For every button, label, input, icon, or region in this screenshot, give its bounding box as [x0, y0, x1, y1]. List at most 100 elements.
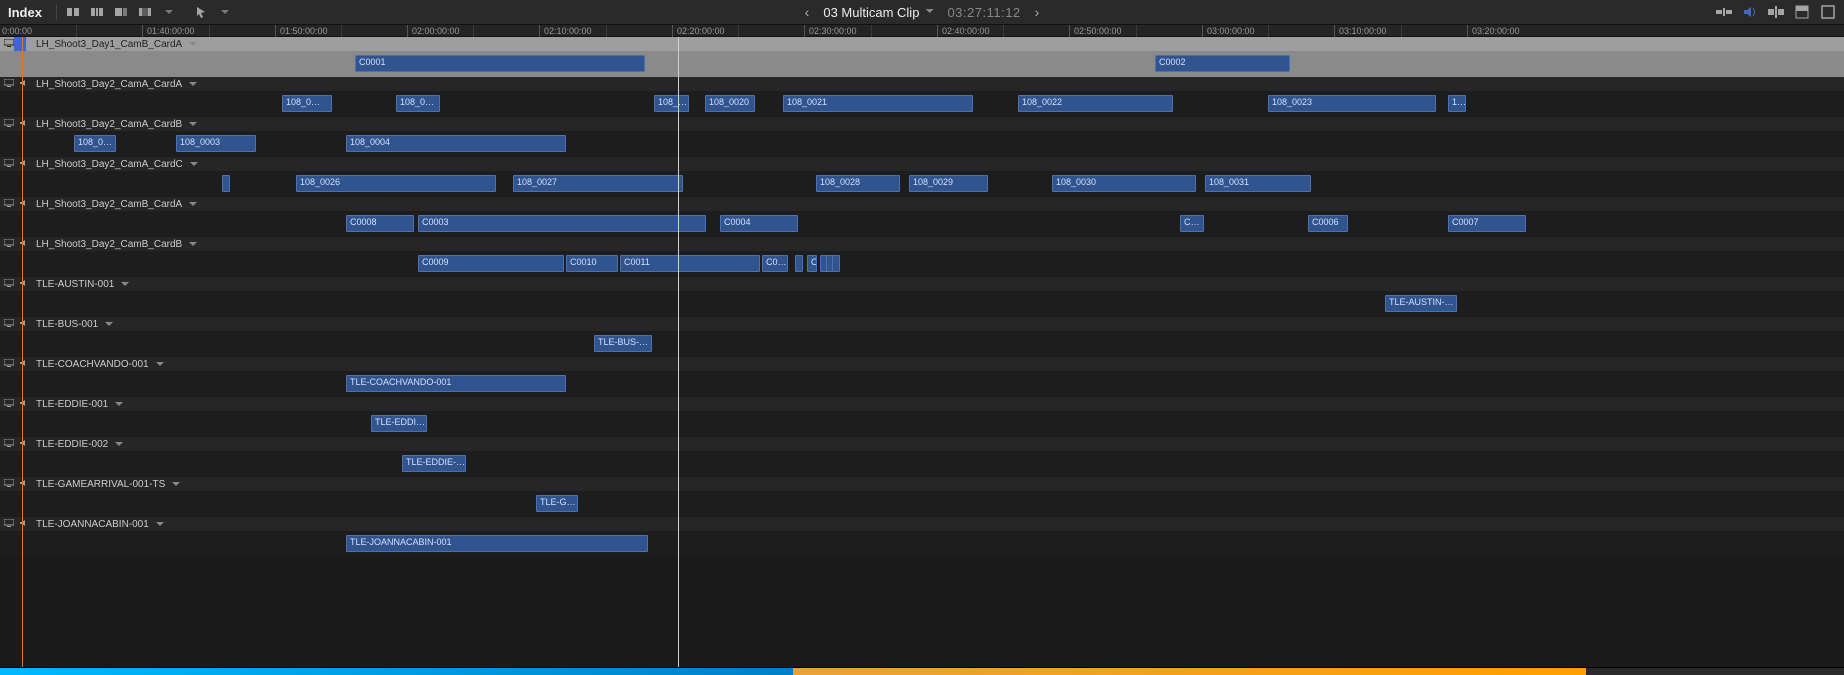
clip[interactable]: C0003: [418, 215, 706, 232]
angle-lane[interactable]: C0008C0003C0004C…C0006C0007: [0, 211, 1844, 237]
speaker-icon[interactable]: [20, 199, 30, 209]
angle-chevron-icon[interactable]: [155, 359, 165, 369]
angle-header[interactable]: TLE-JOANNACABIN-001: [0, 517, 1844, 531]
speaker-icon[interactable]: [20, 279, 30, 289]
clip[interactable]: TLE-COACHVANDO-001: [346, 375, 566, 392]
speaker-icon[interactable]: [20, 79, 30, 89]
angle-chevron-icon[interactable]: [188, 39, 198, 49]
angle-lane[interactable]: 108_0026108_0027108_0028108_0029108_0030…: [0, 171, 1844, 197]
clip[interactable]: 108_0004: [346, 135, 566, 152]
full-screen-icon[interactable]: [1820, 4, 1836, 20]
clip[interactable]: C0006: [1308, 215, 1348, 232]
monitor-icon[interactable]: [4, 479, 14, 489]
clip[interactable]: 108_0…: [396, 95, 440, 112]
clip[interactable]: 108_…: [654, 95, 689, 112]
speaker-icon[interactable]: [20, 519, 30, 529]
angle-chevron-icon[interactable]: [171, 479, 181, 489]
angle-name[interactable]: LH_Shoot3_Day2_CamB_CardB: [36, 239, 182, 250]
angle-lane[interactable]: 108_0…108_0003108_0004: [0, 131, 1844, 157]
angle-chevron-icon[interactable]: [188, 199, 198, 209]
angle-chevron-icon[interactable]: [114, 439, 124, 449]
clip[interactable]: 108_0022: [1018, 95, 1173, 112]
monitor-icon[interactable]: [4, 239, 14, 249]
angle-lane[interactable]: TLE-AUSTIN-…: [0, 291, 1844, 317]
monitor-icon[interactable]: [4, 119, 14, 129]
angle-header[interactable]: LH_Shoot3_Day2_CamA_CardB: [0, 117, 1844, 131]
clip[interactable]: 108_0028: [816, 175, 900, 192]
clip[interactable]: TLE-G…: [536, 495, 578, 512]
speaker-icon[interactable]: [20, 439, 30, 449]
arrow-tool-icon[interactable]: [193, 4, 209, 20]
insert-clip-icon[interactable]: [89, 4, 105, 20]
clip[interactable]: TLE-EDDIE-…: [402, 455, 466, 472]
clip[interactable]: TLE-JOANNACABIN-001: [346, 535, 648, 552]
monitor-icon[interactable]: [4, 199, 14, 209]
angle-name[interactable]: TLE-BUS-001: [36, 319, 98, 330]
monitor-icon[interactable]: [4, 439, 14, 449]
angle-name[interactable]: TLE-EDDIE-001: [36, 399, 108, 410]
angle-header[interactable]: TLE-EDDIE-001: [0, 397, 1844, 411]
angle-header[interactable]: TLE-AUSTIN-001: [0, 277, 1844, 291]
timeline-ruler[interactable]: 0:00:00 01:40:00:0001:50:00:0002:00:00:0…: [0, 25, 1844, 37]
monitor-icon[interactable]: [4, 279, 14, 289]
clip[interactable]: 1…: [1448, 95, 1466, 112]
angle-lane[interactable]: TLE-EDDI…: [0, 411, 1844, 437]
clip[interactable]: TLE-AUSTIN-…: [1385, 295, 1457, 312]
angle-header[interactable]: LH_Shoot3_Day2_CamB_CardB: [0, 237, 1844, 251]
angle-header[interactable]: TLE-EDDIE-002: [0, 437, 1844, 451]
angle-name[interactable]: LH_Shoot3_Day2_CamA_CardA: [36, 79, 182, 90]
clip[interactable]: C0009: [418, 255, 564, 272]
speaker-icon[interactable]: [20, 159, 30, 169]
angle-chevron-icon[interactable]: [114, 399, 124, 409]
angle-lane[interactable]: TLE-JOANNACABIN-001: [0, 531, 1844, 557]
clip[interactable]: C0008: [346, 215, 414, 232]
clip[interactable]: [222, 175, 230, 192]
clip[interactable]: C0…: [762, 255, 788, 272]
speaker-icon[interactable]: [20, 319, 30, 329]
angle-lane[interactable]: TLE-EDDIE-…: [0, 451, 1844, 477]
angle-name[interactable]: TLE-EDDIE-002: [36, 439, 108, 450]
angle-header[interactable]: TLE-BUS-001: [0, 317, 1844, 331]
angle-header[interactable]: LH_Shoot3_Day2_CamA_CardC: [0, 157, 1844, 171]
clip[interactable]: 108_0029: [909, 175, 988, 192]
angle-lane[interactable]: C0001C0002: [0, 51, 1844, 77]
monitor-icon[interactable]: [4, 519, 14, 529]
speaker-icon[interactable]: [20, 399, 30, 409]
clip[interactable]: 108_0…: [282, 95, 332, 112]
clip[interactable]: 108_0020: [705, 95, 755, 112]
append-clip-icon[interactable]: [113, 4, 129, 20]
clip[interactable]: C…: [1180, 215, 1204, 232]
speaker-icon[interactable]: [20, 239, 30, 249]
angle-name[interactable]: LH_Shoot3_Day2_CamB_CardA: [36, 199, 182, 210]
angle-lane[interactable]: C0009C0010C0011C0…C: [0, 251, 1844, 277]
monitor-icon[interactable]: [4, 39, 14, 49]
angle-chevron-icon[interactable]: [189, 159, 199, 169]
clip[interactable]: C0002: [1155, 55, 1290, 72]
angle-header[interactable]: TLE-COACHVANDO-001: [0, 357, 1844, 371]
arrow-tool-chevron-icon[interactable]: [217, 4, 233, 20]
angle-name[interactable]: TLE-GAMEARRIVAL-001-TS: [36, 479, 165, 490]
angle-lane[interactable]: TLE-COACHVANDO-001: [0, 371, 1844, 397]
angle-name[interactable]: TLE-COACHVANDO-001: [36, 359, 149, 370]
angle-lane[interactable]: TLE-G…: [0, 491, 1844, 517]
clip[interactable]: 108_0…: [74, 135, 116, 152]
overwrite-clip-icon[interactable]: [137, 4, 153, 20]
angle-chevron-icon[interactable]: [188, 119, 198, 129]
angle-chevron-icon[interactable]: [188, 239, 198, 249]
angle-chevron-icon[interactable]: [120, 279, 130, 289]
speaker-icon[interactable]: [20, 479, 30, 489]
clip[interactable]: 108_0030: [1052, 175, 1196, 192]
clip-appearance-icon[interactable]: [1794, 4, 1810, 20]
angle-name[interactable]: LH_Shoot3_Day1_CamB_CardA: [36, 39, 182, 50]
angle-header[interactable]: TLE-GAMEARRIVAL-001-TS: [0, 477, 1844, 491]
clip[interactable]: 108_0021: [783, 95, 973, 112]
monitor-icon[interactable]: [4, 359, 14, 369]
angle-name[interactable]: LH_Shoot3_Day2_CamA_CardC: [36, 159, 183, 170]
monitor-icon[interactable]: [4, 399, 14, 409]
index-button[interactable]: Index: [8, 5, 57, 20]
monitor-icon[interactable]: [4, 159, 14, 169]
snapping-icon[interactable]: [1768, 4, 1784, 20]
clip[interactable]: 108_0023: [1268, 95, 1436, 112]
monitor-icon[interactable]: [4, 79, 14, 89]
prev-clip-button[interactable]: ‹: [805, 4, 810, 20]
